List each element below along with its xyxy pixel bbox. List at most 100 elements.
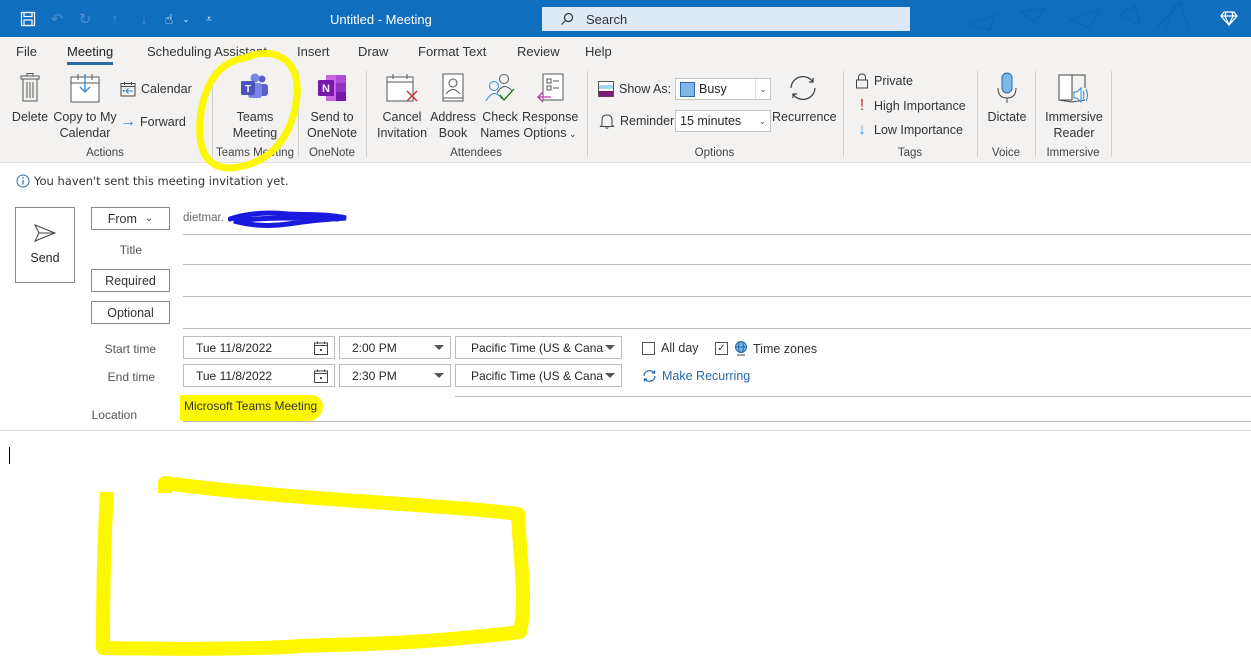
from-value: dietmar. (183, 212, 224, 224)
location-divider (183, 421, 1251, 422)
forward-button[interactable]: → Forward ⌄ (120, 113, 205, 131)
touch-mode-icon[interactable]: ☝ (160, 9, 178, 29)
teams-meeting-button[interactable]: T Teams Meeting (226, 71, 284, 141)
tags-group-label: Tags (897, 147, 923, 159)
start-timezone-dropdown[interactable]: Pacific Time (US & Canac (455, 336, 622, 359)
required-button[interactable]: Required (91, 269, 170, 292)
required-divider (183, 296, 1251, 297)
window-title: Untitled - Meeting (330, 12, 432, 27)
low-importance-button[interactable]: ↓ Low Importance (855, 121, 963, 138)
start-timezone-value: Pacific Time (US & Canac (471, 340, 603, 355)
tab-file[interactable]: File (16, 44, 37, 59)
dictate-button[interactable]: Dictate (982, 71, 1032, 125)
show-as-text: Show As: (619, 82, 672, 96)
check-label-line2: Names (480, 126, 520, 140)
address-label-line1: Address (430, 110, 476, 124)
teams-label-line1: Teams (236, 110, 274, 124)
all-day-checkbox[interactable]: All day (642, 341, 699, 355)
save-icon[interactable] (18, 9, 38, 29)
end-timezone-value: Pacific Time (US & Canac (471, 368, 603, 383)
dictate-label: Dictate (987, 110, 1027, 124)
private-label: Private (874, 74, 913, 88)
required-input[interactable] (183, 266, 1251, 296)
check-names-button[interactable]: Check Names (478, 71, 522, 141)
copy-label-line1: Copy to My (53, 110, 117, 124)
customize-toolbar-icon[interactable]: ⩡ (202, 9, 216, 29)
tab-meeting[interactable]: Meeting (67, 44, 114, 65)
chevron-down-icon[interactable]: ⌄ (180, 9, 192, 29)
dropdown-arrow-icon (434, 373, 444, 378)
optional-button[interactable]: Optional (91, 301, 170, 324)
recurrence-icon (643, 370, 656, 382)
tab-draw[interactable]: Draw (358, 44, 388, 59)
actions-group-label: Actions (86, 147, 124, 159)
redo-icon[interactable]: ↻ (76, 9, 94, 29)
group-separator (587, 71, 588, 157)
recurrence-button[interactable]: Recurrence (772, 71, 837, 125)
response-options-button[interactable]: Response Options ⌄ (522, 71, 578, 142)
tab-format-text[interactable]: Format Text (418, 44, 486, 59)
forward-label: Forward (140, 115, 186, 129)
calendar-button[interactable]: Calendar (120, 81, 192, 97)
send-to-onenote-button[interactable]: N Send to OneNote (302, 71, 362, 141)
end-time-dropdown[interactable]: 2:30 PM (339, 364, 451, 387)
immersive-label-line1: Immersive (1045, 110, 1103, 124)
group-separator (1111, 71, 1112, 157)
onenote-icon: N (318, 75, 346, 101)
cancel-label-line2: Invitation (376, 126, 428, 140)
immersive-group-label: Immersive (1046, 147, 1100, 159)
title-input[interactable] (183, 238, 1251, 264)
search-placeholder: Search (586, 11, 628, 27)
reminder-dropdown[interactable]: 15 minutes ⌄ (675, 110, 771, 132)
undo-icon[interactable]: ↶ (48, 9, 66, 29)
forward-arrow-icon: → (120, 113, 136, 130)
delete-button[interactable]: Delete (10, 71, 50, 125)
check-label-line1: Check (482, 110, 518, 124)
show-as-dropdown[interactable]: Busy ⌄ (675, 78, 771, 100)
message-body[interactable] (0, 431, 1251, 659)
end-timezone-dropdown[interactable]: Pacific Time (US & Canac (455, 364, 622, 387)
tab-insert[interactable]: Insert (297, 44, 330, 59)
recurrence-icon (790, 75, 816, 101)
show-as-label: Show As: (598, 81, 671, 97)
tab-review[interactable]: Review (517, 44, 560, 59)
high-importance-label: High Importance (874, 99, 966, 113)
teams-icon: T (241, 73, 268, 98)
copy-label-line2: Calendar (59, 126, 111, 140)
from-button[interactable]: From ⌄ (91, 207, 170, 230)
location-input[interactable]: Microsoft Teams Meeting (180, 395, 324, 421)
all-day-label: All day (661, 341, 699, 355)
cancel-invitation-button[interactable]: Cancel Invitation (374, 71, 430, 141)
tab-help[interactable]: Help (585, 44, 612, 59)
send-button[interactable]: Send (15, 207, 75, 283)
send-icon (33, 224, 57, 242)
optional-input[interactable] (183, 298, 1251, 328)
group-separator (843, 71, 844, 157)
copy-to-my-calendar-button[interactable]: Copy to My Calendar (52, 71, 118, 141)
end-date-picker[interactable]: Tue 11/8/2022 (183, 364, 335, 387)
check-names-icon (485, 74, 515, 102)
high-importance-button[interactable]: ! High Importance (855, 97, 966, 115)
dropdown-arrow-icon (605, 373, 615, 378)
search-icon (561, 12, 574, 25)
info-message: You haven't sent this meeting invitation… (34, 174, 289, 188)
svg-text:N: N (322, 83, 330, 95)
time-zones-checkbox[interactable]: ✓ Time zones (715, 341, 817, 356)
voice-group-label: Voice (991, 147, 1021, 159)
calendar-icon (314, 369, 328, 383)
start-time-dropdown[interactable]: 2:00 PM (339, 336, 451, 359)
private-button[interactable]: Private (855, 73, 913, 89)
start-date-picker[interactable]: Tue 11/8/2022 (183, 336, 335, 359)
make-recurring-link[interactable]: Make Recurring (642, 369, 750, 383)
address-book-button[interactable]: Address Book (430, 71, 476, 141)
search-input[interactable]: Search (542, 7, 910, 31)
from-label: From (107, 211, 137, 226)
cancel-invitation-icon (386, 74, 418, 102)
start-time-value: 2:00 PM (352, 340, 397, 355)
down-arrow-icon[interactable]: ↓ (135, 9, 153, 29)
tab-scheduling-assistant[interactable]: Scheduling Assistant (147, 44, 267, 59)
immersive-reader-button[interactable]: Immersive Reader (1040, 71, 1108, 141)
diamond-icon[interactable] (1220, 9, 1238, 32)
copy-calendar-icon (70, 74, 100, 103)
up-arrow-icon[interactable]: ↑ (106, 9, 124, 29)
